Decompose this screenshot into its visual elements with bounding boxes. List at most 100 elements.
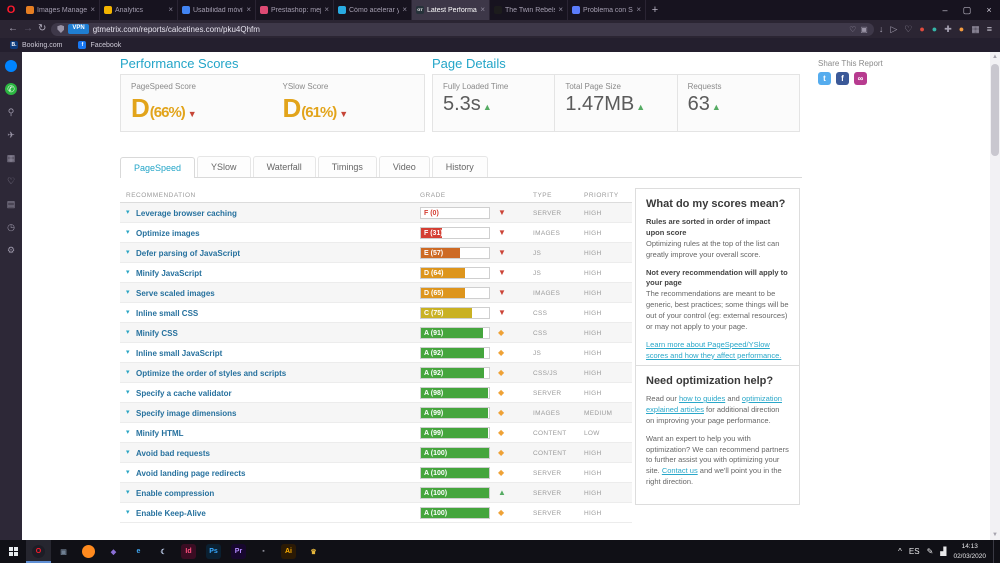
url-text[interactable]: gtmetrix.com/reports/calcetines.com/pku4… [93, 25, 845, 34]
expand-caret-icon[interactable] [126, 369, 130, 376]
sidebar-icon[interactable]: ✈ [5, 129, 17, 141]
browser-tab[interactable]: Cómo acelerar y optimizar [334, 0, 412, 20]
recommendation-link[interactable]: Inline small JavaScript [136, 349, 222, 358]
tab-close-icon[interactable] [90, 6, 95, 14]
reload-button[interactable]: ↻ [38, 20, 46, 38]
sidebar-icon[interactable]: ✆ [5, 83, 17, 95]
sidebar-icon[interactable]: ◷ [5, 221, 17, 233]
expand-caret-icon[interactable] [126, 329, 130, 336]
taskbar-app-button[interactable]: Ps [201, 540, 226, 563]
recommendation-link[interactable]: Optimize images [136, 229, 200, 238]
report-tab[interactable]: Video [379, 156, 430, 177]
report-tab[interactable]: YSlow [197, 156, 251, 177]
taskbar-app-button[interactable]: O [26, 540, 51, 563]
share-icon[interactable]: ∞ [854, 72, 867, 85]
report-tab[interactable]: History [432, 156, 488, 177]
address-bar-icon[interactable]: ♡ [849, 25, 856, 34]
taskbar-app-button[interactable] [76, 540, 101, 563]
expand-caret-icon[interactable] [126, 509, 130, 516]
recommendation-link[interactable]: Defer parsing of JavaScript [136, 249, 240, 258]
tab-close-icon[interactable] [168, 6, 173, 14]
sidebar-icon[interactable]: ⚲ [5, 106, 17, 118]
toolbar-icon[interactable]: ♡ [904, 20, 912, 38]
expand-caret-icon[interactable] [126, 269, 130, 276]
bookmark-item[interactable]: f Facebook [78, 41, 121, 49]
browser-tab[interactable]: Images Management + cal [22, 0, 100, 20]
expand-caret-icon[interactable] [126, 309, 130, 316]
toolbar-icon[interactable]: ↓ [879, 20, 884, 38]
expand-caret-icon[interactable] [126, 249, 130, 256]
new-tab-button[interactable]: + [646, 0, 664, 20]
learn-more-link[interactable]: Learn more about PageSpeed/YSlow scores … [646, 340, 781, 360]
input-language-indicator[interactable]: ES [909, 547, 920, 556]
taskbar-app-button[interactable]: e [126, 540, 151, 563]
recommendation-link[interactable]: Enable Keep-Alive [136, 509, 206, 518]
expand-caret-icon[interactable] [126, 349, 130, 356]
browser-tab[interactable]: The Twin Rebels - Inicio [490, 0, 568, 20]
tab-close-icon[interactable] [402, 6, 407, 14]
toolbar-icon[interactable]: ▷ [890, 20, 897, 38]
window-close-button[interactable]: × [978, 0, 1000, 20]
taskbar-app-button[interactable]: ☾ [151, 540, 176, 563]
back-button[interactable]: ← [8, 20, 18, 38]
sidebar-icon[interactable]: ▦ [5, 152, 17, 164]
show-desktop-edge[interactable] [993, 540, 998, 563]
recommendation-link[interactable]: Avoid bad requests [136, 449, 210, 458]
tray-icon[interactable]: ▟ [940, 547, 946, 556]
contact-us-link[interactable]: Contact us [662, 466, 698, 475]
taskbar-app-button[interactable]: ♛ [301, 540, 326, 563]
recommendation-link[interactable]: Minify CSS [136, 329, 178, 338]
page-scrollbar[interactable] [990, 52, 1000, 540]
toolbar-icon[interactable]: ● [932, 20, 937, 38]
recommendation-link[interactable]: Optimize the order of styles and scripts [136, 369, 286, 378]
taskbar-clock[interactable]: 14:13 02/03/2020 [953, 542, 986, 561]
how-to-guides-link[interactable]: how to guides [679, 394, 725, 403]
browser-tab[interactable]: GT Latest Performance Report [412, 0, 490, 20]
toolbar-icon[interactable]: ≡ [987, 20, 992, 38]
expand-caret-icon[interactable] [126, 209, 130, 216]
scroll-up-arrow[interactable] [990, 52, 1000, 62]
recommendation-link[interactable]: Minify HTML [136, 429, 184, 438]
expand-caret-icon[interactable] [126, 489, 130, 496]
browser-tab[interactable]: Prestashop: mejor no conf [256, 0, 334, 20]
tab-close-icon[interactable] [246, 6, 251, 14]
recommendation-link[interactable]: Enable compression [136, 489, 214, 498]
taskbar-app-button[interactable]: ▣ [51, 540, 76, 563]
taskbar-app-button[interactable]: ◆ [101, 540, 126, 563]
taskbar-app-button[interactable]: Id [176, 540, 201, 563]
sidebar-icon[interactable]: ♡ [5, 175, 17, 187]
start-button[interactable] [0, 540, 26, 563]
window-maximize-button[interactable]: ▢ [956, 0, 978, 20]
expand-caret-icon[interactable] [126, 429, 130, 436]
browser-tab[interactable]: Analytics [100, 0, 178, 20]
report-tab[interactable]: PageSpeed [120, 157, 195, 178]
tray-expand-caret[interactable]: ^ [898, 547, 902, 556]
tab-close-icon[interactable] [558, 6, 563, 14]
expand-caret-icon[interactable] [126, 229, 130, 236]
expand-caret-icon[interactable] [126, 469, 130, 476]
taskbar-app-button[interactable]: Ai [276, 540, 301, 563]
forward-button[interactable]: → [23, 20, 33, 38]
window-minimize-button[interactable]: – [934, 0, 956, 20]
browser-tab[interactable]: Problema con Search engi [568, 0, 646, 20]
expand-caret-icon[interactable] [126, 409, 130, 416]
vpn-badge[interactable]: VPN [68, 24, 88, 33]
share-icon[interactable]: t [818, 72, 831, 85]
toolbar-icon[interactable]: ▦ [971, 20, 980, 38]
sidebar-icon[interactable]: ▤ [5, 198, 17, 210]
tray-icon[interactable]: ✎ [927, 547, 934, 556]
recommendation-link[interactable]: Specify image dimensions [136, 409, 236, 418]
scrollbar-thumb[interactable] [991, 64, 999, 156]
share-icon[interactable]: f [836, 72, 849, 85]
recommendation-link[interactable]: Serve scaled images [136, 289, 215, 298]
toolbar-icon[interactable]: ● [959, 20, 964, 38]
address-bar[interactable]: VPN gtmetrix.com/reports/calcetines.com/… [51, 23, 873, 36]
recommendation-link[interactable]: Specify a cache validator [136, 389, 232, 398]
sidebar-icon[interactable] [5, 60, 17, 72]
address-bar-icon[interactable]: ▣ [860, 25, 868, 34]
expand-caret-icon[interactable] [126, 389, 130, 396]
expand-caret-icon[interactable] [126, 449, 130, 456]
recommendation-link[interactable]: Leverage browser caching [136, 209, 237, 218]
sidebar-icon[interactable]: ⚙ [5, 244, 17, 256]
tab-close-icon[interactable] [636, 6, 641, 14]
